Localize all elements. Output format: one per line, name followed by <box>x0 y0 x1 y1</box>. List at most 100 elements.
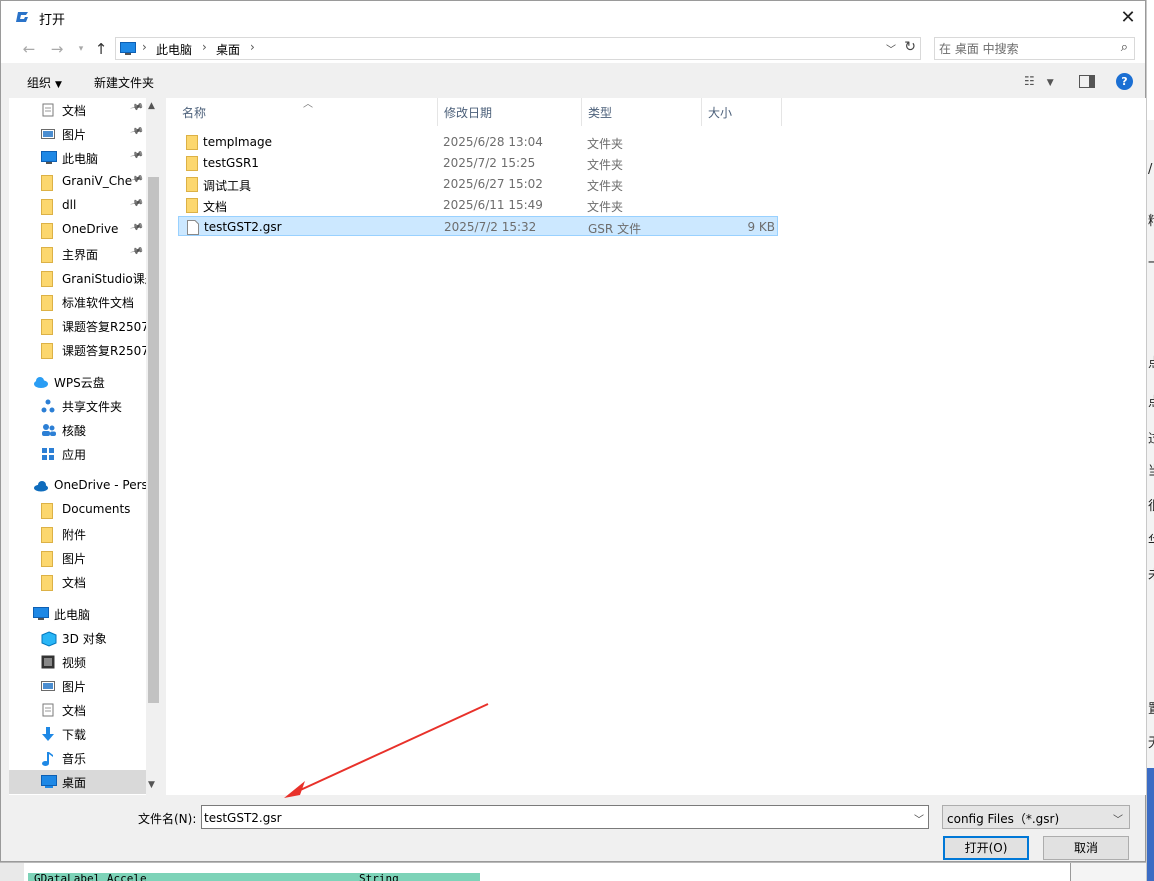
file-type-filter[interactable]: config Files（*.gsr) ﹀ <box>942 805 1130 829</box>
nav-item[interactable]: 此电脑 <box>9 602 147 626</box>
close-button[interactable]: ✕ <box>1111 1 1145 33</box>
address-bar[interactable]: › 此电脑 › 桌面 › ﹀ ↻ <box>115 37 921 60</box>
organize-label: 组织 <box>27 76 52 90</box>
file-type: 文件夹 <box>587 179 624 193</box>
nav-item[interactable]: 桌面 <box>9 770 147 794</box>
pin-icon[interactable]: 📌 <box>129 245 144 259</box>
nav-item[interactable]: 课题答复R2507 <box>9 314 149 338</box>
column-header-date[interactable]: 修改日期 <box>438 98 582 126</box>
file-list[interactable]: ︿ 名称 修改日期 类型 大小 tempImage 2025/6/28 13:04… <box>166 98 1146 795</box>
forward-button[interactable]: → <box>47 39 67 59</box>
nav-item[interactable]: OneDrive - Personal <box>9 474 161 498</box>
breadcrumb-desktop[interactable]: 桌面 <box>216 41 240 58</box>
file-row[interactable]: testGST2.gsr 2025/7/2 15:32 GSR 文件 9 KB <box>178 216 778 236</box>
column-header-name[interactable]: ︿ 名称 <box>166 98 438 126</box>
file-name-bar: 文件名(N): ﹀ config Files（*.gsr) ﹀ 打开(O) 取消 <box>1 795 1145 861</box>
pin-icon[interactable]: 📌 <box>129 101 144 115</box>
change-view-button[interactable]: ☷ ▼ <box>1024 74 1060 92</box>
pin-icon[interactable]: 📌 <box>129 221 144 235</box>
nav-item[interactable]: WPS云盘 <box>9 370 147 394</box>
folder-icon <box>186 135 198 153</box>
cancel-button[interactable]: 取消 <box>1043 836 1129 860</box>
nav-item[interactable]: 核酸 <box>9 418 147 442</box>
nav-item[interactable]: 文档 📌 <box>9 98 147 122</box>
open-button[interactable]: 打开(O) <box>943 836 1029 860</box>
nav-item[interactable]: 文档 <box>9 698 147 722</box>
chevron-down-icon[interactable]: ﹀ <box>914 811 924 826</box>
nav-item[interactable]: 课题答复R2507 <box>9 338 149 362</box>
filename-input[interactable] <box>204 809 904 826</box>
nav-item[interactable]: 音乐 <box>9 746 147 770</box>
nav-item[interactable]: GraniStudio课题 <box>9 266 157 290</box>
file-date: 2025/7/2 15:32 <box>444 220 537 234</box>
column-header-type[interactable]: 类型 <box>582 98 702 126</box>
organize-button[interactable]: 组织 ▼ <box>27 74 62 91</box>
recent-locations-button[interactable]: ▾ <box>71 39 91 59</box>
folder-icon <box>41 247 55 263</box>
nav-item[interactable]: GraniV_Che 📌 <box>9 170 147 194</box>
onedrive-icon <box>33 479 48 493</box>
nav-item[interactable]: 视频 <box>9 650 147 674</box>
nav-item[interactable]: 主界面 📌 <box>9 242 147 266</box>
up-button[interactable]: ↑ <box>91 39 111 59</box>
search-icon[interactable]: ⌕ <box>1121 40 1128 55</box>
nav-item[interactable]: Documents <box>9 498 147 522</box>
navigation-pane[interactable]: 文档 📌 图片 📌 此电脑 📌 GraniV_Che 📌 dll 📌 OneDrive 📌 主界面 📌 Gr… <box>9 98 161 795</box>
folder-icon <box>41 295 55 311</box>
filename-label: 文件名(N): <box>138 812 197 826</box>
pin-icon[interactable]: 📌 <box>129 197 144 211</box>
refresh-icon[interactable]: ↻ <box>904 39 916 55</box>
background-blue-bar <box>1147 768 1154 881</box>
new-folder-button[interactable]: 新建文件夹 <box>94 74 154 91</box>
help-icon[interactable]: ? <box>1116 73 1133 90</box>
back-button[interactable]: ← <box>19 39 39 59</box>
file-name: testGST2.gsr <box>204 220 282 234</box>
column-header-size[interactable]: 大小 <box>702 98 782 126</box>
filename-combobox[interactable]: ﹀ <box>201 805 929 829</box>
folder-icon <box>41 527 55 543</box>
folder-row[interactable]: testGSR1 2025/7/2 15:25 文件夹 <box>178 153 778 173</box>
nav-item-label: GraniV_Che <box>62 174 133 188</box>
nav-item[interactable]: 下载 <box>9 722 147 746</box>
nav-item-label: 核酸 <box>62 424 87 438</box>
nav-item[interactable]: dll 📌 <box>9 194 147 218</box>
scroll-up-icon[interactable]: ▲ <box>148 101 155 111</box>
caret-down-icon: ▼ <box>55 80 62 90</box>
nav-item[interactable]: 应用 <box>9 442 147 466</box>
nav-item-label: 图片 <box>62 680 87 694</box>
nav-scrollbar-thumb[interactable] <box>148 177 159 703</box>
breadcrumb-this-pc[interactable]: 此电脑 <box>156 41 192 58</box>
nav-item[interactable]: OneDrive 📌 <box>9 218 147 242</box>
folder-row[interactable]: tempImage 2025/6/28 13:04 文件夹 <box>178 132 778 152</box>
nav-item-label: 文档 <box>62 704 87 718</box>
nav-item[interactable]: 标准软件文档 <box>9 290 147 314</box>
nav-item[interactable]: 图片 <box>9 674 147 698</box>
search-box[interactable]: ⌕ <box>934 37 1135 60</box>
window-title: 打开 <box>39 13 66 28</box>
nav-item[interactable]: 图片 📌 <box>9 122 147 146</box>
nav-item[interactable]: 3D 对象 <box>9 626 147 650</box>
nav-item[interactable]: 共享文件夹 <box>9 394 147 418</box>
nav-item[interactable]: 此电脑 📌 <box>9 146 147 170</box>
search-input[interactable] <box>939 40 1109 57</box>
nav-scrollbar[interactable]: ▲ ▼ <box>146 98 161 795</box>
scroll-down-icon[interactable]: ▼ <box>148 780 155 790</box>
nav-item[interactable]: 图片 <box>9 546 147 570</box>
nav-item-label: 图片 <box>62 552 87 566</box>
folder-icon <box>186 177 198 195</box>
folder-row[interactable]: 调试工具 2025/6/27 15:02 文件夹 <box>178 174 778 194</box>
file-date: 2025/7/2 15:25 <box>443 156 536 170</box>
nav-item[interactable]: 附件 <box>9 522 147 546</box>
pin-icon[interactable]: 📌 <box>129 125 144 139</box>
nav-item-label: 课题答复R2507 <box>62 344 149 358</box>
address-history-dropdown[interactable]: ﹀ <box>886 41 896 56</box>
preview-pane-icon[interactable] <box>1079 75 1095 88</box>
file-name: 调试工具 <box>203 179 252 193</box>
file-type: 文件夹 <box>587 200 624 214</box>
folder-row[interactable]: 文档 2025/6/11 15:49 文件夹 <box>178 195 778 215</box>
nav-item[interactable]: 文档 <box>9 570 147 594</box>
nav-item-label: 此电脑 <box>54 608 91 622</box>
music-icon <box>41 751 55 766</box>
pin-icon[interactable]: 📌 <box>129 149 144 163</box>
downloads-icon <box>41 727 55 741</box>
